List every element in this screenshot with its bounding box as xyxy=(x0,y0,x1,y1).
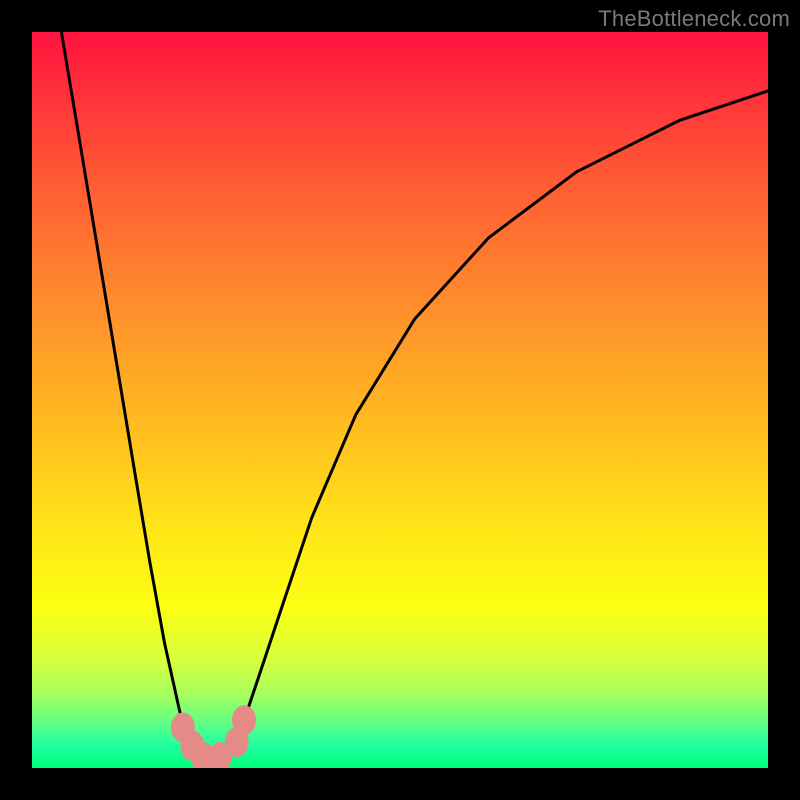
marker-group xyxy=(171,705,256,768)
chart-frame: TheBottleneck.com xyxy=(0,0,800,800)
bottleneck-curve-svg xyxy=(32,32,768,768)
curve-marker xyxy=(232,705,256,735)
watermark-label: TheBottleneck.com xyxy=(598,6,790,32)
bottleneck-curve xyxy=(61,32,768,764)
plot-area xyxy=(32,32,768,768)
